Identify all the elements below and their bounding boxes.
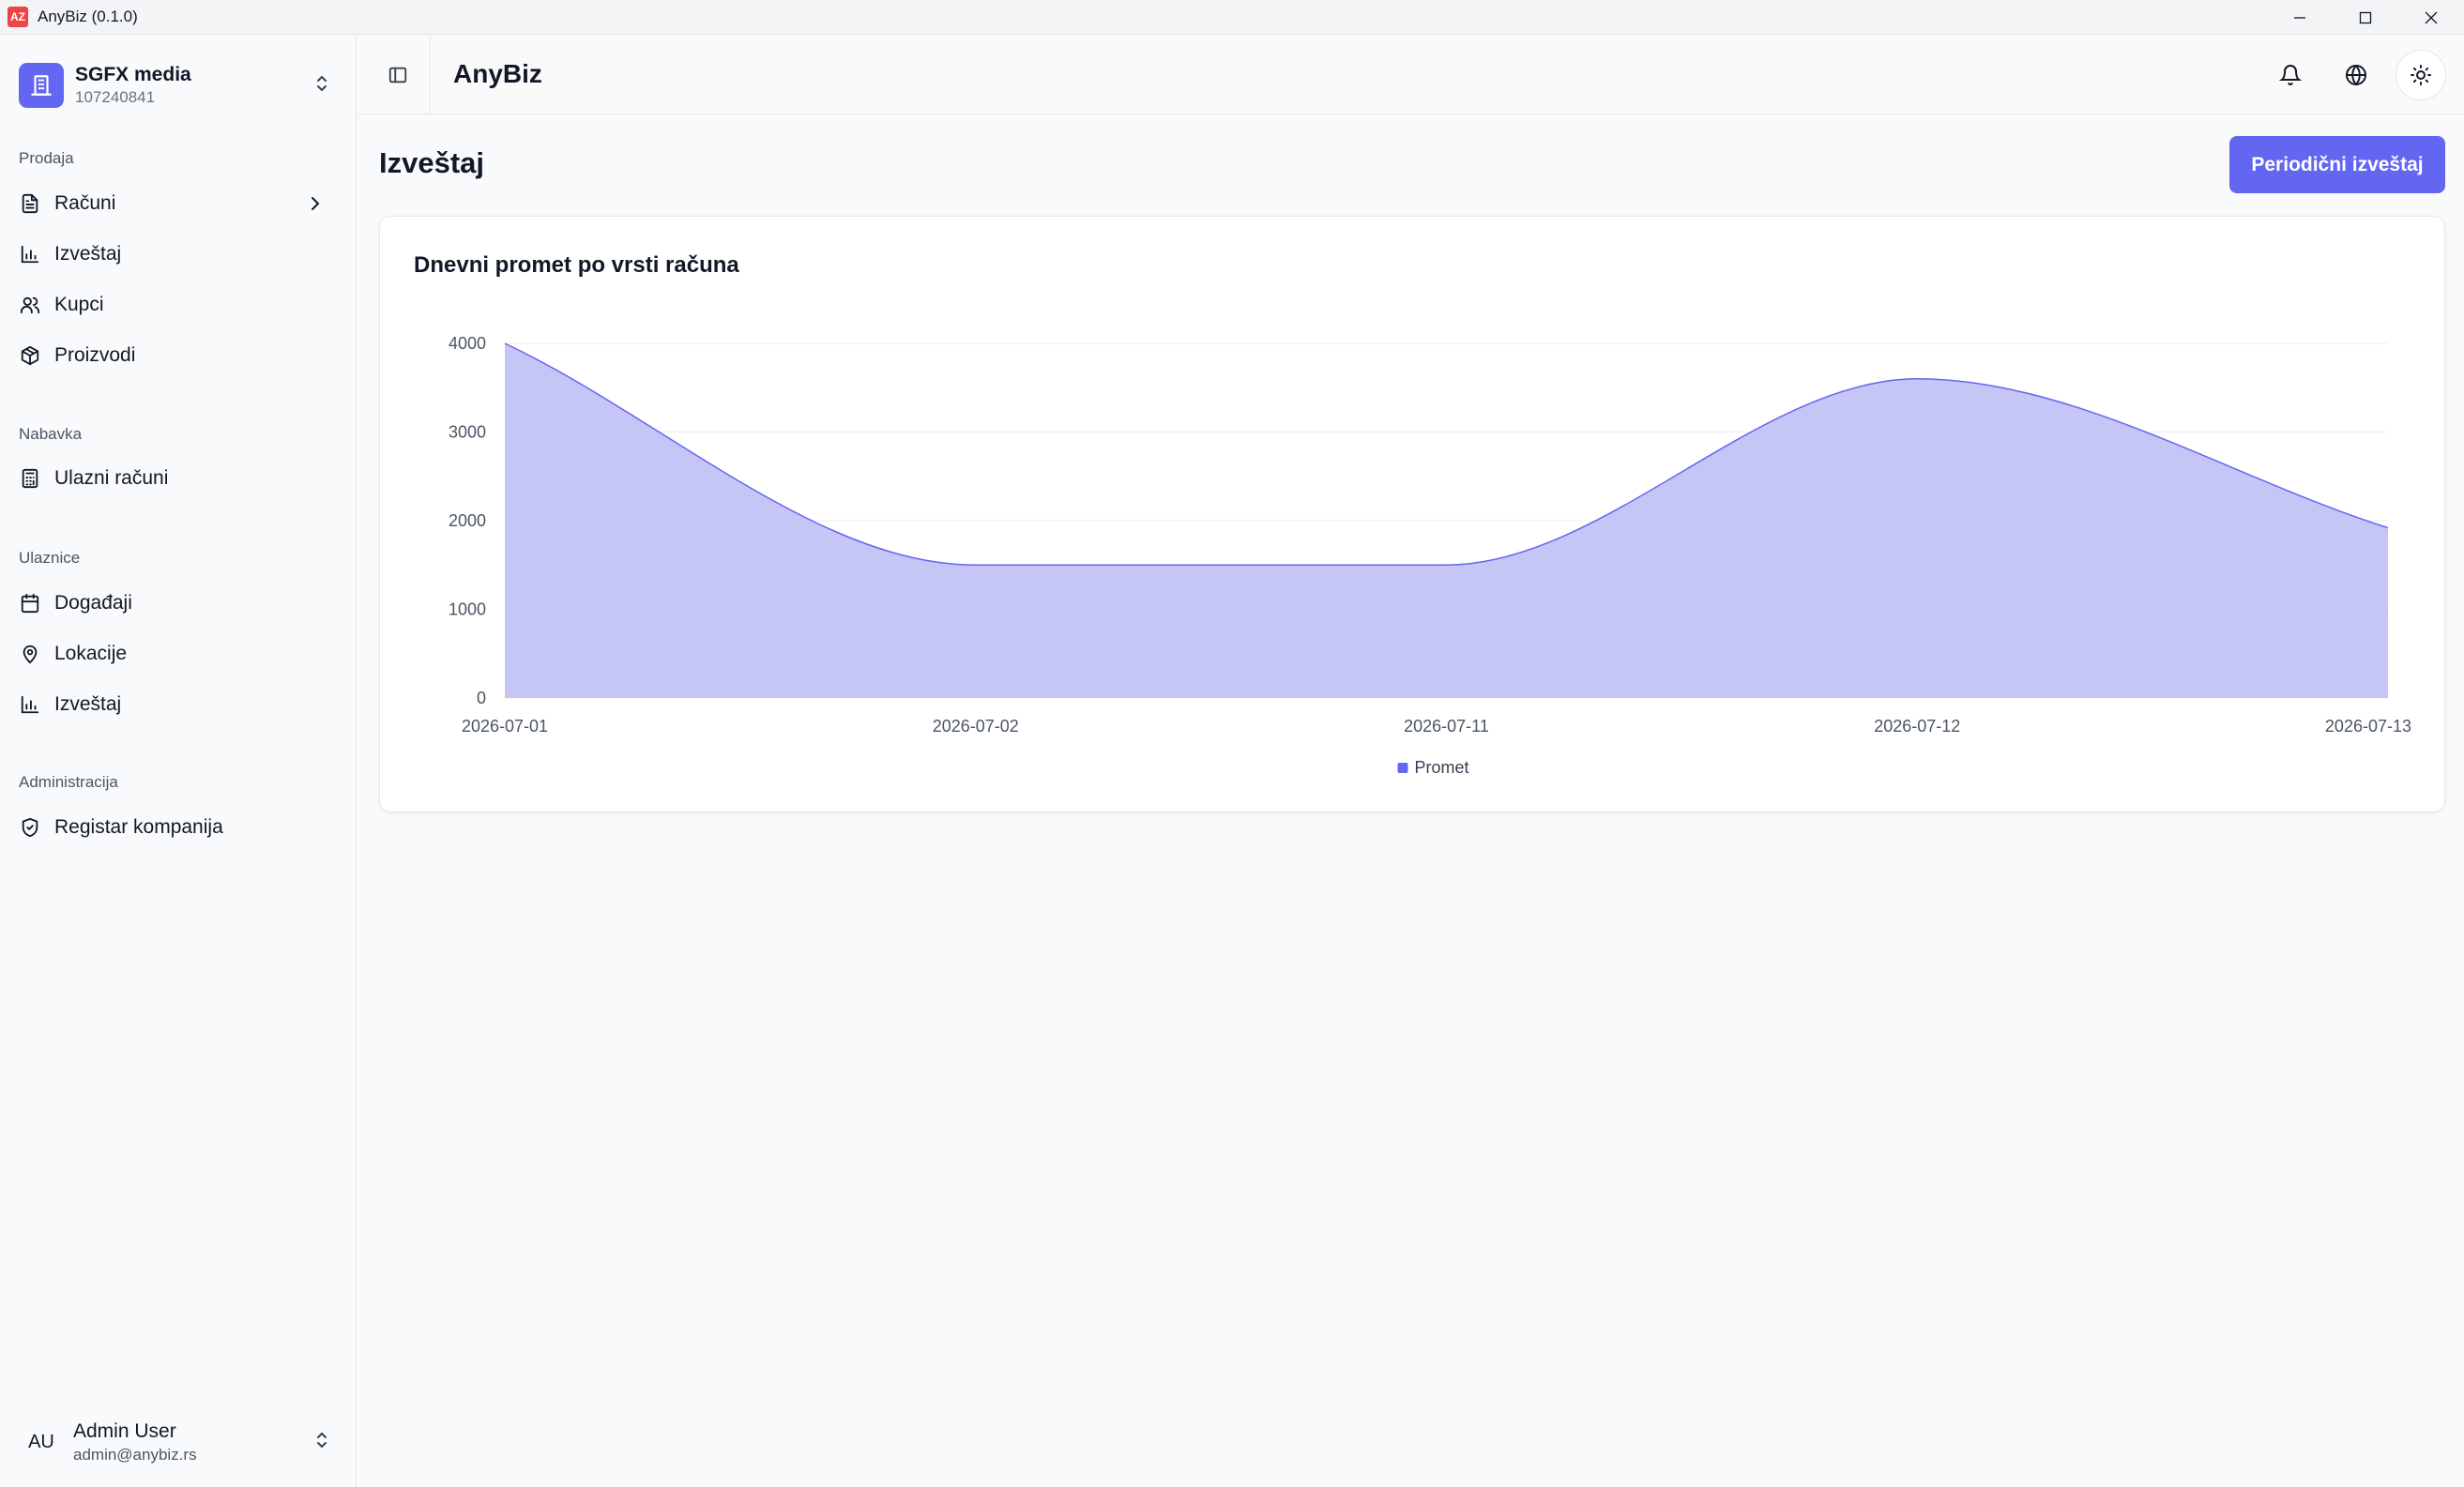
sidebar-item-label: Izveštaj [54,693,122,715]
maximize-button[interactable] [2333,0,2398,35]
calculator-icon [19,467,41,490]
periodic-report-button[interactable]: Periodični izveštaj [2229,136,2445,193]
close-icon [2425,11,2438,23]
sidebar: SGFX media 107240841 Prodaja Računi Izve… [0,35,357,1487]
y-tick-label: 1000 [449,600,486,619]
company-switcher[interactable]: SGFX media 107240841 [19,57,338,114]
y-tick-label: 4000 [449,334,486,353]
minimize-button[interactable] [2267,0,2333,35]
user-menu[interactable]: AU Admin User admin@anybiz.rs [19,1414,338,1470]
sidebar-item-label: Ulazni računi [54,467,169,489]
sidebar-toggle-button[interactable] [380,57,416,93]
x-tick-label: 2026-07-13 [2325,717,2411,736]
user-email: admin@anybiz.rs [73,1445,197,1464]
company-text: SGFX media 107240841 [75,64,191,107]
section-label-administracija: Administracija [19,773,118,791]
company-id: 107240841 [75,88,156,106]
chevrons-up-down-icon [313,72,330,99]
legend-swatch-promet [1397,763,1408,773]
section-label-nabavka: Nabavka [19,425,83,443]
globe-icon [2346,65,2366,85]
user-name: Admin User [73,1419,176,1442]
y-tick-label: 3000 [449,423,486,442]
section-label-ulaznice: Ulaznice [19,549,81,567]
window-titlebar: AZ AnyBiz (0.1.0) [0,0,2464,35]
window-title: AnyBiz (0.1.0) [38,8,138,25]
section-label-prodaja: Prodaja [19,149,74,167]
building-icon [19,63,64,108]
maximize-icon [2359,11,2372,23]
header-app-name: AnyBiz [453,59,542,88]
shield-check-icon [19,816,41,839]
bar-chart-icon [19,693,41,716]
notifications-button[interactable] [2271,55,2310,95]
company-name: SGFX media [75,64,191,85]
user-text: Admin User admin@anybiz.rs [73,1420,197,1464]
chevrons-up-down-icon [313,1429,330,1456]
bar-chart-icon [19,243,41,266]
sidebar-item-registar-kompanija[interactable]: Registar kompanija [11,806,340,849]
sidebar-item-label: Lokacije [54,643,128,664]
page-title: Izveštaj [379,146,485,179]
sidebar-item-izvestaj-ulaznice[interactable]: Izveštaj [11,683,340,726]
sidebar-item-label: Kupci [54,294,104,315]
x-tick-label: 2026-07-01 [462,717,548,736]
sidebar-item-label: Izveštaj [54,243,122,265]
sidebar-item-racuni[interactable]: Računi [11,182,340,225]
language-button[interactable] [2336,55,2376,95]
sidebar-item-dogadjaji[interactable]: Događaji [11,582,340,625]
theme-toggle-button[interactable] [2396,50,2446,100]
sidebar-item-izvestaj[interactable]: Izveštaj [11,233,340,276]
x-tick-label: 2026-07-12 [1874,717,1960,736]
sidebar-item-lokacije[interactable]: Lokacije [11,632,340,675]
x-tick-label: 2026-07-11 [1404,717,1489,736]
x-tick-label: 2026-07-02 [933,717,1019,736]
sidebar-item-label: Registar kompanija [54,816,223,838]
users-icon [19,294,41,316]
chevron-right-icon [306,193,325,220]
sidebar-item-ulazni-racuni[interactable]: Ulazni računi [11,457,340,500]
map-pin-icon [19,643,41,665]
legend-label-promet: Promet [1415,758,1469,777]
sidebar-item-proizvodi[interactable]: Proizvodi [11,334,340,377]
sidebar-item-kupci[interactable]: Kupci [11,283,340,326]
package-icon [19,344,41,367]
file-text-icon [19,192,41,215]
sidebar-item-label: Računi [54,192,116,214]
area-chart: 0 1000 2000 3000 4000 2026-07-01 2026-07-02 202… [449,334,2411,777]
top-header: AnyBiz [357,35,2464,114]
header-divider [430,35,431,114]
y-tick-label: 0 [477,689,486,707]
minimize-icon [2294,16,2305,19]
y-tick-label: 2000 [449,511,486,530]
sidebar-item-label: Događaji [54,592,132,614]
panel-left-icon [388,67,407,83]
app-logo-icon: AZ [8,7,28,27]
avatar: AU [28,1431,54,1452]
chart-card: Dnevni promet po vrsti računa 0 1000 2000 3… [379,216,2445,812]
sun-icon [2411,65,2431,85]
close-window-button[interactable] [2398,0,2464,35]
sidebar-item-label: Proizvodi [54,344,136,366]
calendar-icon [19,592,41,615]
bell-icon [2279,65,2302,85]
window-controls [2267,0,2464,35]
